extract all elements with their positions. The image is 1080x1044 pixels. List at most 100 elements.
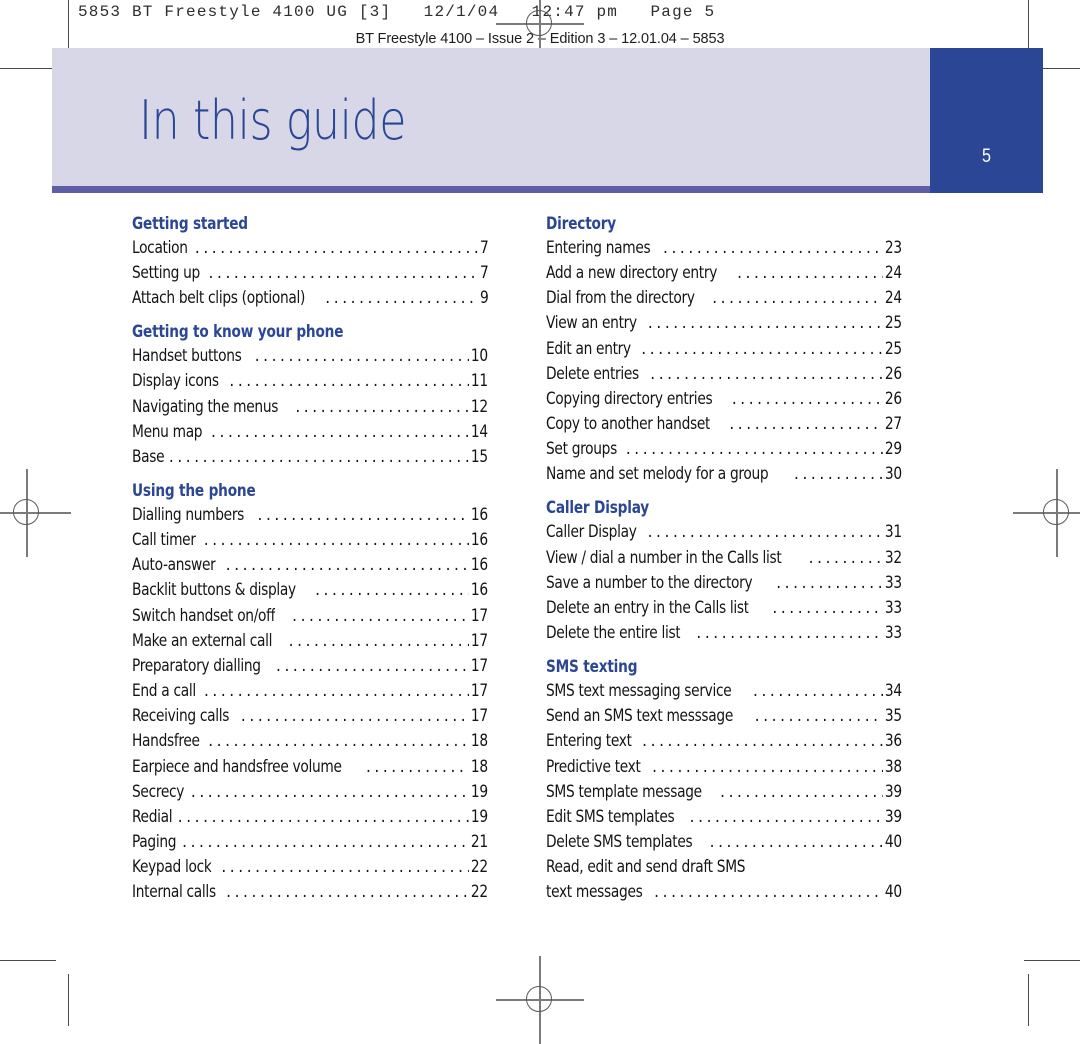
toc-entry[interactable]: Base....................................… — [132, 445, 488, 470]
toc-entry[interactable]: Delete SMS templates....................… — [546, 830, 902, 855]
toc-dot-leader: ........................................… — [642, 731, 883, 752]
toc-entry[interactable]: Navigating the menus....................… — [132, 395, 488, 420]
toc-entry[interactable]: Entering names..........................… — [546, 236, 902, 261]
toc-section: Getting started Location.................… — [132, 212, 488, 311]
toc-entry[interactable]: End a call..............................… — [132, 679, 488, 704]
toc-entry[interactable]: Preparatory dialling....................… — [132, 654, 488, 679]
crop-mark-bottom-left-horizontal — [0, 960, 56, 961]
toc-section-title: Using the phone — [132, 481, 256, 501]
toc-dot-leader: ........................................… — [647, 313, 884, 334]
toc-entry[interactable]: Delete the entire list..................… — [546, 621, 902, 646]
toc-entry-label: Handsfree — [132, 731, 200, 752]
toc-entry-label: text messages — [546, 882, 643, 903]
toc-dot-leader: ........................................… — [365, 756, 469, 777]
toc-entry-label: Internal calls — [132, 882, 216, 903]
toc-entry[interactable]: Location................................… — [132, 236, 488, 261]
toc-entry[interactable]: Make an external call...................… — [132, 629, 488, 654]
toc-entry[interactable]: Edit SMS templates......................… — [546, 805, 902, 830]
toc-dot-leader: ........................................… — [689, 806, 884, 827]
toc-entry[interactable]: Secrecy.................................… — [132, 780, 488, 805]
page-header-banner: In this guide 5 — [52, 48, 1043, 193]
toc-entry-label: Copying directory entries — [546, 388, 713, 409]
toc-entry-label: Navigating the menus — [132, 396, 279, 417]
toc-entry-page-number: 14 — [471, 421, 488, 442]
toc-entry[interactable]: View an entry...........................… — [546, 311, 902, 336]
registration-mark-ring — [526, 10, 552, 36]
toc-dot-leader: ........................................… — [720, 781, 883, 802]
toc-entry-page-number: 16 — [471, 505, 488, 526]
toc-entry[interactable]: Add a new directory entry...............… — [546, 261, 902, 286]
toc-section: Getting to know your phone Handset button… — [132, 320, 488, 470]
toc-entry-page-number: 16 — [471, 580, 488, 601]
toc-entry[interactable]: SMS text messaging service..............… — [546, 679, 902, 704]
toc-entry[interactable]: Display icons...........................… — [132, 369, 488, 394]
toc-entry[interactable]: Auto-answer.............................… — [132, 553, 488, 578]
toc-entry[interactable]: Dialling numbers........................… — [132, 503, 488, 528]
toc-entry[interactable]: Attach belt clips (optional)............… — [132, 286, 488, 311]
toc-dot-leader: ........................................… — [203, 530, 469, 551]
toc-entry[interactable]: Call timer..............................… — [132, 528, 488, 553]
toc-entry[interactable]: Dial from the directory.................… — [546, 286, 902, 311]
toc-entry[interactable]: Name and set melody for a group.........… — [546, 462, 902, 487]
toc-entry[interactable]: Setting up..............................… — [132, 261, 488, 286]
toc-entry[interactable]: Delete entries..........................… — [546, 362, 902, 387]
toc-dot-leader: ........................................… — [295, 396, 469, 417]
toc-entry-page-number: 7 — [479, 237, 488, 258]
toc-entry-label: Base — [132, 446, 165, 467]
toc-entry-page-number: 18 — [471, 731, 488, 752]
toc-entry[interactable]: Send an SMS text messsage...............… — [546, 704, 902, 729]
toc-section-title: Directory — [546, 214, 617, 233]
toc-entry-label: Caller Display — [546, 522, 637, 543]
toc-entry-label: Delete SMS templates — [546, 832, 693, 853]
toc-entry-page-number: 29 — [885, 439, 902, 460]
toc-entry[interactable]: Copying directory entries...............… — [546, 387, 902, 412]
toc-section: Directory Entering names.................… — [546, 212, 902, 487]
toc-entry[interactable]: Menu map................................… — [132, 420, 488, 445]
toc-entry[interactable]: Copy to another handset.................… — [546, 412, 902, 437]
toc-entry-label: Entering names — [546, 237, 651, 258]
toc-entry[interactable]: Keypad lock.............................… — [132, 855, 488, 880]
toc-entry[interactable]: Paging..................................… — [132, 830, 488, 855]
toc-entry-page-number: 31 — [885, 522, 902, 543]
toc-entry-page-number: 21 — [471, 832, 488, 853]
toc-entry[interactable]: SMS template message....................… — [546, 780, 902, 805]
toc-section: SMS texting SMS text messaging service...… — [546, 655, 902, 905]
toc-entry[interactable]: Delete an entry in the Calls list.......… — [546, 596, 902, 621]
toc-entry[interactable]: Receiving calls.........................… — [132, 704, 488, 729]
registration-mark-ring — [526, 986, 552, 1012]
toc-entry[interactable]: Earpiece and handsfree volume...........… — [132, 755, 488, 780]
toc-entry[interactable]: Backlit buttons & display...............… — [132, 578, 488, 603]
toc-entry[interactable]: text messages...........................… — [546, 880, 902, 905]
toc-entry[interactable]: Caller Display..........................… — [546, 520, 902, 545]
toc-entry[interactable]: Predictive text.........................… — [546, 755, 902, 780]
toc-entry-label: Entering text — [546, 731, 632, 752]
toc-entry-label: Auto-answer — [132, 555, 216, 576]
toc-entry-label: Handset buttons — [132, 346, 242, 367]
toc-entry[interactable]: Handsfree...............................… — [132, 729, 488, 754]
toc-entry[interactable]: Internal calls..........................… — [132, 880, 488, 905]
toc-entry[interactable]: Set groups..............................… — [546, 437, 902, 462]
toc-entry-label: Save a number to the directory — [546, 572, 753, 593]
toc-entry[interactable]: Edit an entry...........................… — [546, 337, 902, 362]
toc-entry-label: Copy to another handset — [546, 414, 711, 435]
toc-entry-label: Dial from the directory — [546, 288, 695, 309]
toc-dot-leader: ........................................… — [712, 288, 883, 309]
toc-entry-label: Add a new directory entry — [546, 263, 718, 284]
toc-entry-label: Dialling numbers — [132, 505, 245, 526]
toc-entry[interactable]: Read, edit and send draft SMS...........… — [546, 855, 902, 880]
toc-entry[interactable]: View / dial a number in the Calls list..… — [546, 546, 902, 571]
toc-entry[interactable]: Save a number to the directory..........… — [546, 571, 902, 596]
toc-entry[interactable]: Entering text...........................… — [546, 729, 902, 754]
toc-entry[interactable]: Handset buttons.........................… — [132, 344, 488, 369]
toc-entry-page-number: 38 — [885, 756, 902, 777]
toc-entry[interactable]: Switch handset on/off...................… — [132, 604, 488, 629]
toc-entry-label: Menu map — [132, 421, 203, 442]
toc-dot-leader: ........................................… — [203, 681, 469, 702]
toc-dot-leader: ........................................… — [737, 263, 883, 284]
toc-dot-leader: ........................................… — [808, 547, 884, 568]
toc-dot-leader: ........................................… — [221, 857, 469, 878]
toc-dot-leader: ........................................… — [240, 706, 470, 727]
crop-mark-top-right-vertical — [1028, 0, 1029, 53]
toc-entry[interactable]: Redial..................................… — [132, 805, 488, 830]
toc-dot-leader: ........................................… — [276, 655, 470, 676]
